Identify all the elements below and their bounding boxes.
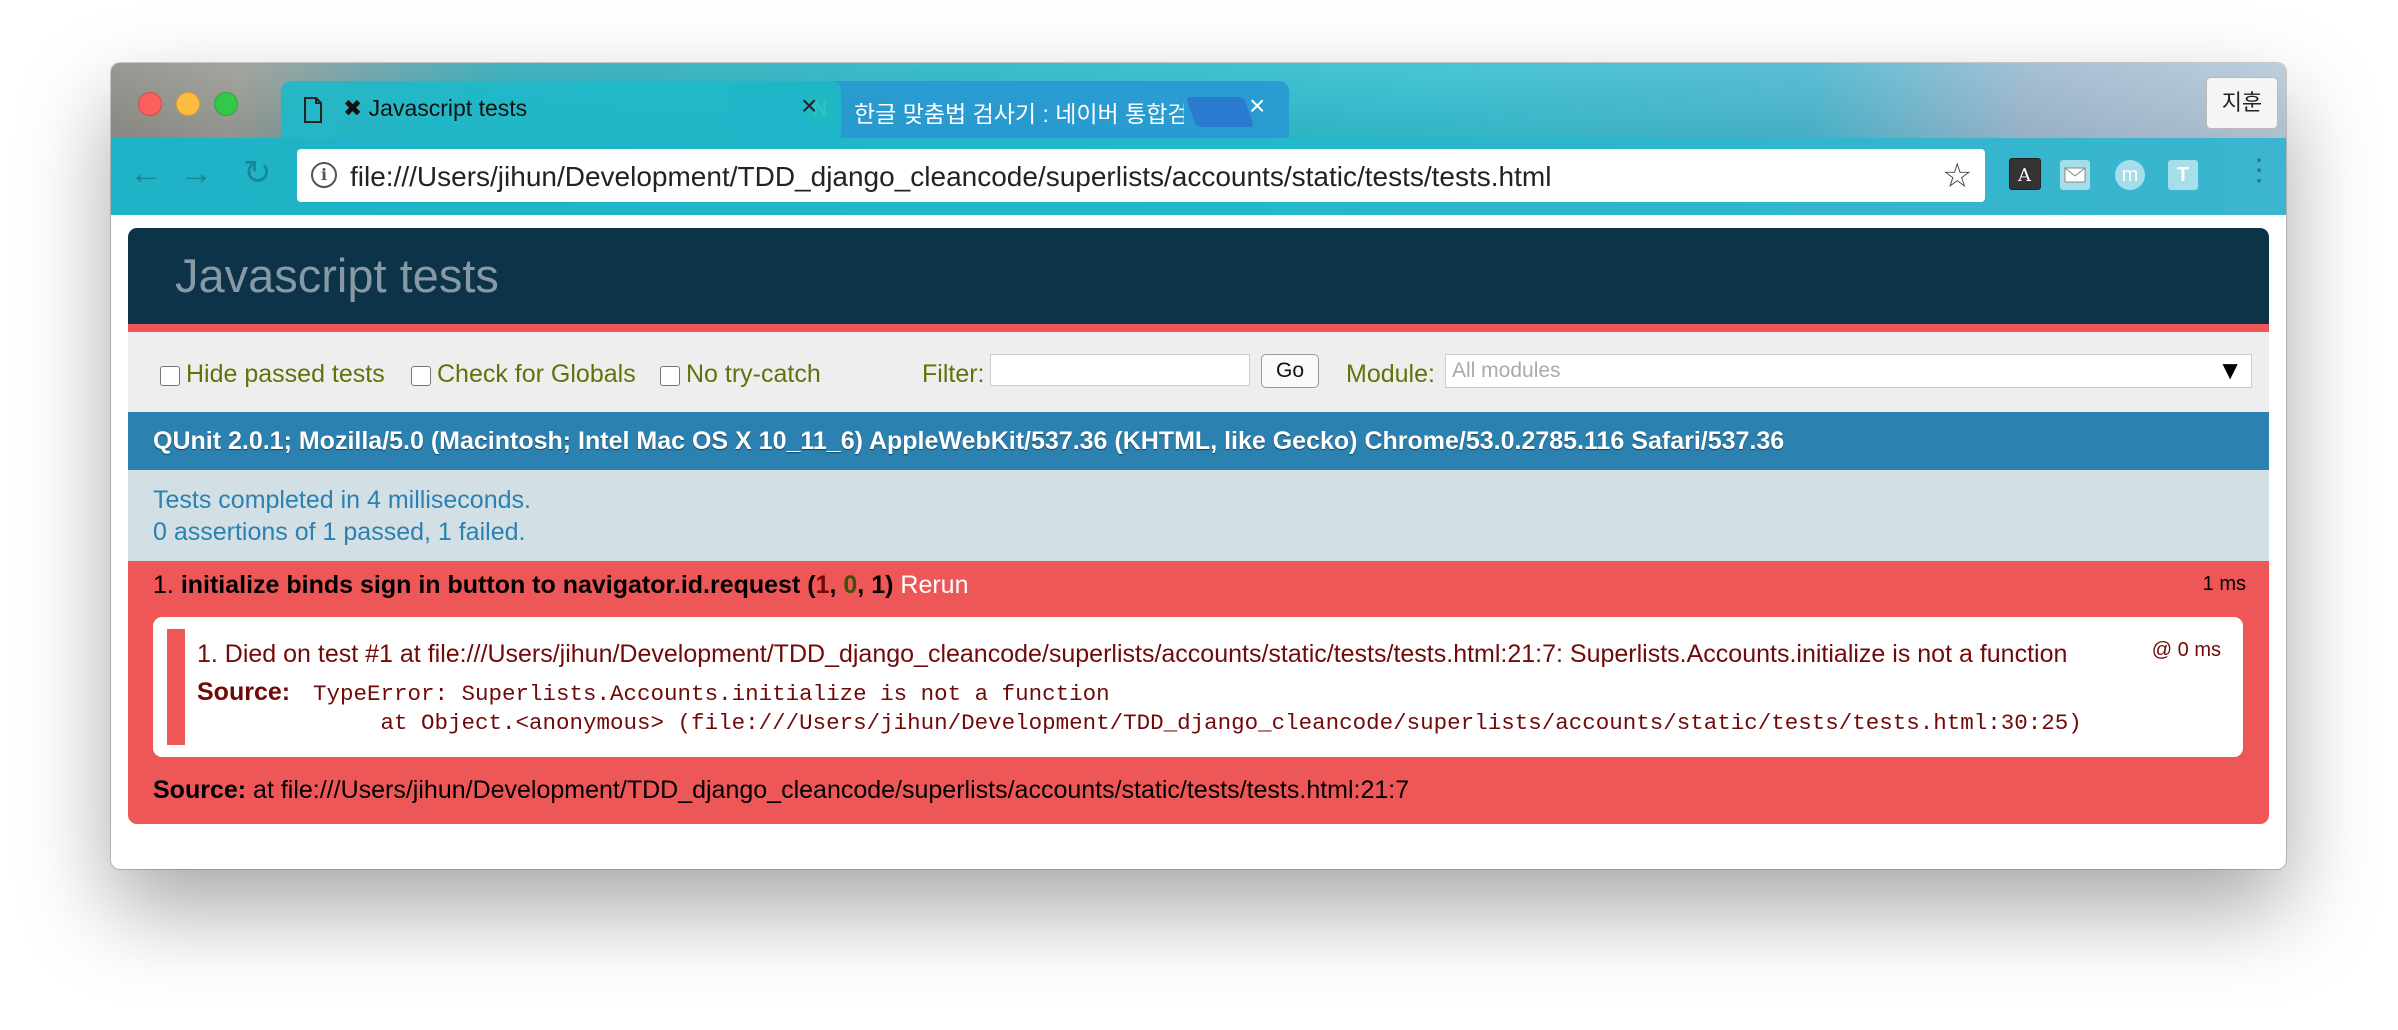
page-title[interactable]: Javascript tests <box>128 228 2269 332</box>
tab-close-icon[interactable]: × <box>1249 92 1265 120</box>
tab-javascript-tests[interactable]: ✖ Javascript tests × <box>281 81 841 138</box>
hide-passed-label: Hide passed tests <box>186 360 385 388</box>
assertion-box: 1. Died on test #1 at file:///Users/jihu… <box>153 617 2243 757</box>
tab-strip: N 한글 맞춤법 검사기 : 네이버 통합검색 × ✖ Javascript t… <box>111 63 2286 138</box>
test-number: 1. <box>153 571 174 599</box>
checkbox-box[interactable] <box>160 366 180 386</box>
checkbox-box[interactable] <box>660 366 680 386</box>
test-source-location: at file:///Users/jihun/Development/TDD_d… <box>246 776 1410 804</box>
document-icon <box>304 97 322 123</box>
test-runtime: 1 ms <box>2202 573 2246 595</box>
dropdown-arrow-icon[interactable]: ▼ <box>2217 355 2243 386</box>
filter-label: Filter: <box>922 360 985 388</box>
counts-open: ( <box>800 571 816 599</box>
m-icon[interactable]: m <box>2115 160 2145 190</box>
reload-icon[interactable]: ↻ <box>243 156 272 190</box>
assertion-time: @ 0 ms <box>2151 639 2221 661</box>
module-placeholder: All modules <box>1452 359 1561 382</box>
total-count: 1 <box>871 571 886 599</box>
assertion-message: 1. Died on test #1 at file:///Users/jihu… <box>197 640 2068 668</box>
new-tab-button[interactable] <box>1185 97 1255 127</box>
checkbox-box[interactable] <box>411 366 431 386</box>
browser-window: N 한글 맞춤법 검사기 : 네이버 통합검색 × ✖ Javascript t… <box>111 63 2286 869</box>
address-url[interactable]: file:///Users/jihun/Development/TDD_djan… <box>350 161 1551 193</box>
browser-toolbar: ← → ↻ i file:///Users/jihun/Development/… <box>111 138 2286 215</box>
dictionary-icon[interactable]: A <box>2009 158 2041 190</box>
fail-indicator-bar <box>167 629 185 745</box>
back-arrow-icon[interactable]: ← <box>129 156 163 190</box>
filter-input[interactable] <box>990 354 1250 386</box>
check-globals-label: Check for Globals <box>437 360 636 388</box>
hide-passed-checkbox[interactable]: Hide passed tests <box>160 360 385 389</box>
window-minimize-button[interactable] <box>176 92 200 116</box>
source-label: Source: <box>197 678 291 706</box>
no-try-catch-checkbox[interactable]: No try-catch <box>660 360 821 389</box>
module-select[interactable]: All modules ▼ <box>1445 354 2252 388</box>
failed-test-item: 1. initialize binds sign in button to na… <box>128 561 2269 824</box>
user-agent-banner: QUnit 2.0.1; Mozilla/5.0 (Macintosh; Int… <box>128 412 2269 470</box>
result-duration: Tests completed in 4 milliseconds. <box>153 486 531 514</box>
svg-text:A: A <box>2017 165 2032 186</box>
address-bar[interactable]: i file:///Users/jihun/Development/TDD_dj… <box>297 149 1985 202</box>
mail-icon[interactable] <box>2060 160 2090 190</box>
module-label: Module: <box>1346 360 1435 388</box>
window-close-button[interactable] <box>138 92 162 116</box>
test-name[interactable]: initialize binds sign in button to navig… <box>181 571 800 599</box>
go-button[interactable]: Go <box>1261 354 1319 388</box>
passed-count: 0 <box>843 571 858 599</box>
test-title[interactable]: 1. initialize binds sign in button to na… <box>153 571 968 600</box>
qunit-page: Javascript tests Hide passed tests Check… <box>128 228 2269 824</box>
tab-title: ✖ Javascript tests <box>343 95 528 121</box>
rerun-link[interactable]: Rerun <box>900 571 968 599</box>
check-globals-checkbox[interactable]: Check for Globals <box>411 360 636 389</box>
forward-arrow-icon[interactable]: → <box>179 156 213 190</box>
no-try-catch-label: No try-catch <box>686 360 821 388</box>
tab-title: 한글 맞춤법 검사기 : 네이버 통합검색 <box>854 101 1184 127</box>
menu-kebab-icon[interactable]: ⋮ <box>2244 156 2274 186</box>
window-maximize-button[interactable] <box>214 92 238 116</box>
tab-close-icon[interactable]: × <box>801 92 817 120</box>
failed-count: 1 <box>815 571 830 599</box>
source-stacktrace: TypeError: Superlists.Accounts.initializ… <box>313 681 2082 736</box>
test-source: Source: at file:///Users/jihun/Developme… <box>153 776 1409 805</box>
info-icon[interactable]: i <box>311 162 337 188</box>
t-icon[interactable]: T <box>2168 160 2198 190</box>
qunit-toolbar: Hide passed tests Check for Globals No t… <box>128 332 2269 412</box>
test-source-label: Source: <box>153 776 247 804</box>
test-result-summary: Tests completed in 4 milliseconds. 0 ass… <box>128 470 2269 561</box>
bookmark-star-icon[interactable]: ☆ <box>1942 156 1972 196</box>
profile-button[interactable]: 지훈 <box>2206 77 2278 129</box>
result-assertions: 0 assertions of 1 passed, 1 failed. <box>153 518 526 546</box>
